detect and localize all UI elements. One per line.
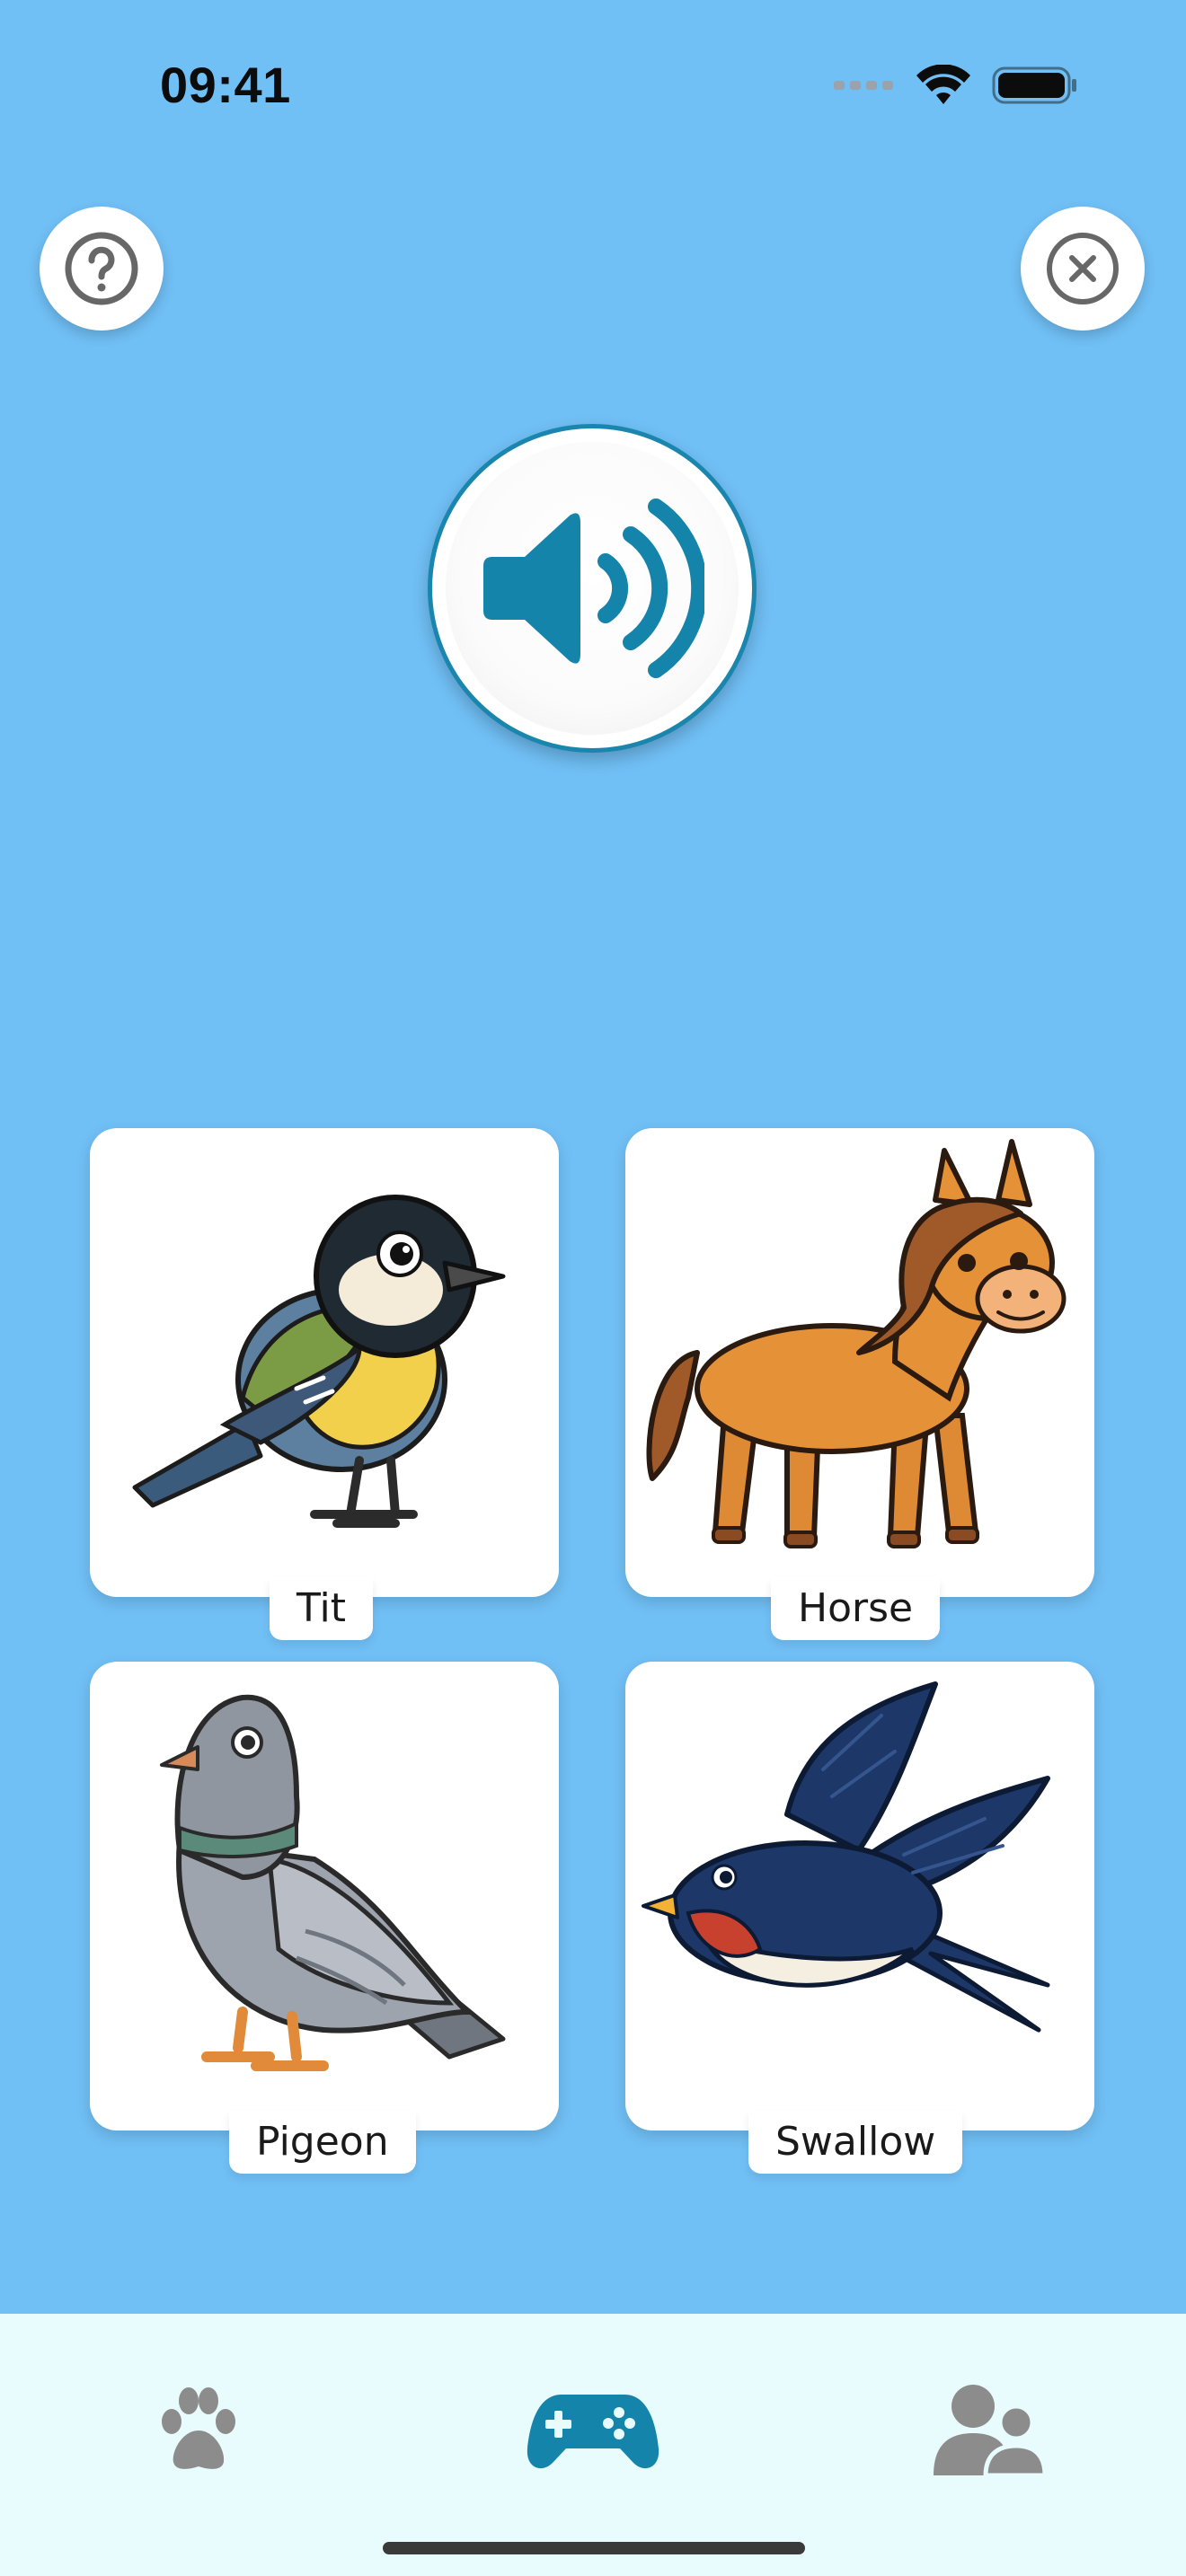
tab-bar [0, 2314, 1186, 2576]
answer-card-horse[interactable]: Horse [625, 1128, 1094, 1640]
question-circle-icon [65, 232, 138, 305]
card-label-tit: Tit [270, 1577, 373, 1640]
play-sound-button[interactable] [428, 424, 757, 753]
close-button[interactable] [1021, 207, 1145, 331]
answer-card-tit[interactable]: Tit [90, 1128, 559, 1640]
answer-card-swallow[interactable]: Swallow [625, 1662, 1094, 2174]
swallow-illustration [642, 1681, 1050, 2033]
gamepad-icon [527, 2395, 659, 2469]
card-label-horse: Horse [771, 1577, 941, 1640]
status-icons [834, 63, 1078, 108]
wifi-icon [916, 65, 970, 104]
help-button[interactable] [40, 207, 164, 331]
card-label-swallow: Swallow [748, 2111, 963, 2174]
tab-games[interactable] [503, 2359, 683, 2502]
speaker-volume-icon [483, 498, 704, 678]
status-time: 09:41 [160, 57, 291, 113]
cellular-signal-icon [834, 81, 893, 90]
card-label-pigeon: Pigeon [229, 2111, 416, 2174]
answer-card-pigeon[interactable]: Pigeon [90, 1662, 559, 2174]
speaker-inner [446, 442, 739, 735]
home-indicator [383, 2542, 805, 2554]
horse-illustration [646, 1139, 1067, 1548]
battery-icon [992, 66, 1076, 104]
users-icon [934, 2385, 1047, 2478]
tab-animals[interactable] [108, 2359, 288, 2502]
pigeon-illustration [160, 1694, 506, 2071]
tit-bird-illustration [132, 1195, 506, 1528]
close-circle-icon [1047, 233, 1119, 304]
tab-profiles[interactable] [898, 2359, 1078, 2502]
paw-icon [162, 2387, 235, 2469]
